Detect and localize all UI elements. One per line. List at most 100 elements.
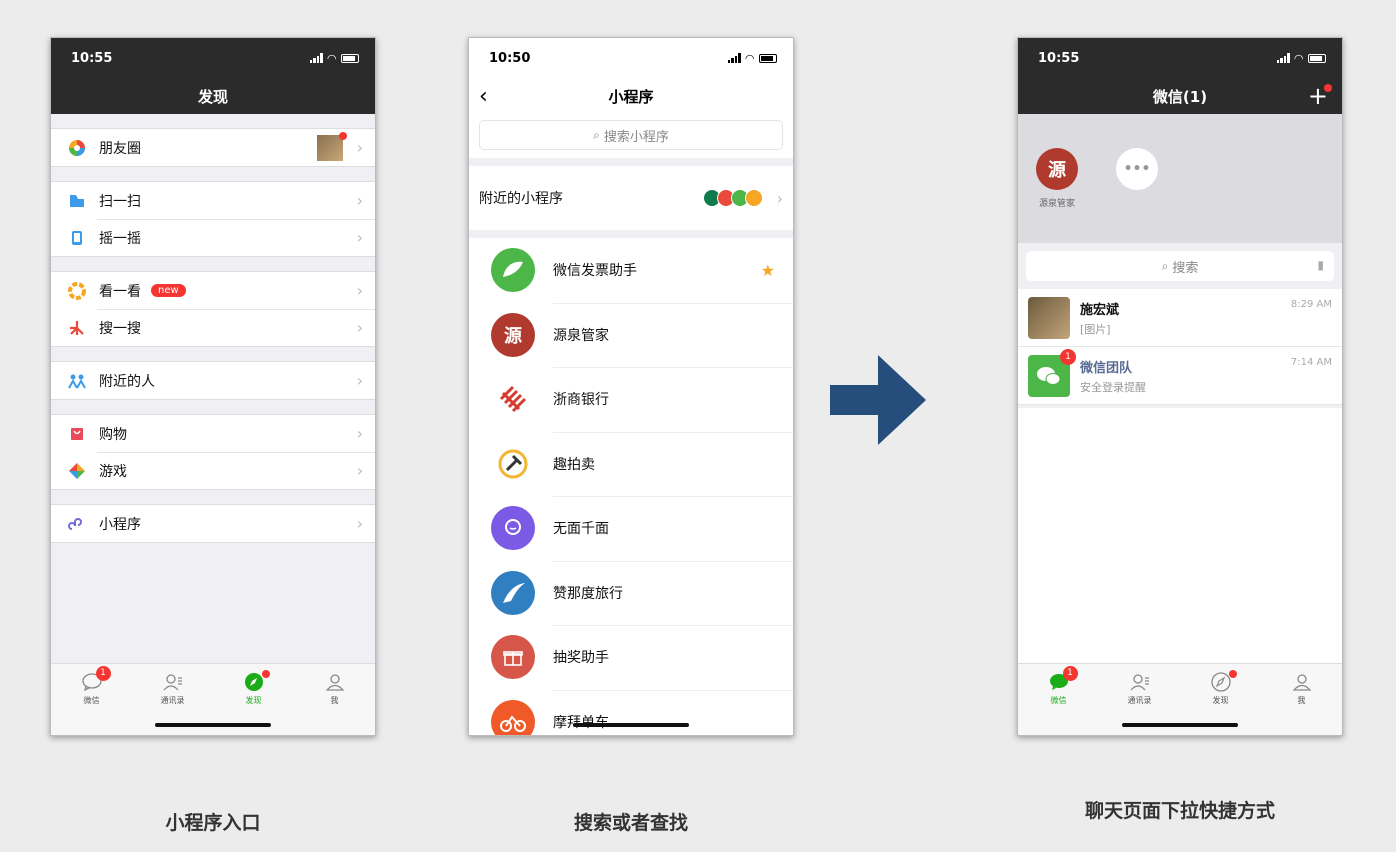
mini-program-item[interactable]: 无面千面 — [469, 496, 793, 561]
menu-item-label: 小程序 — [99, 516, 141, 533]
menu-item-label: 搜一搜 — [99, 320, 141, 337]
mini-program-label: 趣拍卖 — [553, 456, 595, 473]
chevron-right-icon: › — [356, 318, 363, 337]
chevron-right-icon: › — [356, 371, 363, 390]
wifi-icon: ◠ — [745, 51, 754, 65]
mini-program-item[interactable]: 微信发票助手 ★ — [469, 238, 793, 303]
mini-program-icon — [67, 514, 87, 534]
chevron-right-icon: › — [356, 191, 363, 210]
caption-mini-program-entry: 小程序入口 — [165, 812, 261, 834]
home-indicator[interactable] — [573, 723, 689, 727]
menu-group-scan-shake: 扫一扫 › 摇一摇 › — [51, 181, 375, 257]
microphone-icon[interactable]: ▮ — [1317, 258, 1324, 272]
chevron-right-icon: › — [356, 281, 363, 300]
menu-group-nearby: 附近的人 › — [51, 361, 375, 400]
nearby-mini-programs-row[interactable]: 附近的小程序 › — [469, 166, 793, 230]
home-indicator[interactable] — [155, 723, 271, 727]
auction-logo-icon — [491, 441, 535, 486]
status-bar: 10:55 ◠ — [51, 38, 375, 78]
mini-program-item[interactable]: 抽奖助手 — [469, 625, 793, 690]
signal-icon — [727, 53, 741, 63]
menu-item-mini-programs[interactable]: 小程序 › — [51, 505, 375, 542]
menu-item-shopping[interactable]: 购物 › — [51, 415, 375, 452]
nav-bar: 微信(1) + — [1018, 78, 1342, 114]
menu-item-scan[interactable]: 扫一扫 › — [51, 182, 375, 219]
moments-icon — [67, 138, 87, 158]
back-arrow-icon[interactable]: ‹ — [479, 84, 488, 109]
search-placeholder: 搜索 — [1172, 260, 1199, 276]
invoice-assistant-logo-icon — [491, 248, 535, 293]
mini-program-label: 摩拜单车 — [553, 712, 609, 732]
mini-program-label: 抽奖助手 — [553, 650, 609, 667]
tab-label: 发现 — [245, 696, 262, 705]
phone-mini-programs-screen: 10:50 ◠ ‹ 小程序 ⌕ 搜索小程序 附近的小程序 › 微信发票助手 ★ … — [468, 37, 794, 736]
tab-label: 发现 — [1212, 696, 1229, 705]
chat-preview: [图片] — [1080, 322, 1111, 336]
chat-item[interactable]: 施宏斌 [图片] 8:29 AM — [1018, 289, 1342, 347]
menu-item-people-nearby[interactable]: 附近的人 › — [51, 362, 375, 399]
tab-me[interactable]: 我 — [294, 664, 375, 735]
search-input[interactable]: ⌕ 搜索小程序 — [479, 120, 783, 150]
shortcut-yuanquan[interactable]: 源 源泉管家 — [1036, 148, 1078, 209]
chevron-right-icon: › — [356, 461, 363, 480]
menu-item-label: 朋友圈 — [99, 140, 141, 157]
search-icon: ⌕ — [1161, 258, 1169, 273]
mini-program-label: 赞那度旅行 — [553, 585, 623, 602]
chat-name: 微信团队 — [1080, 360, 1133, 376]
tab-me[interactable]: 我 — [1261, 664, 1342, 735]
search-input[interactable]: ⌕ 搜索 ▮ — [1026, 251, 1334, 281]
chat-name: 施宏斌 — [1080, 302, 1120, 318]
shake-icon — [67, 228, 87, 248]
pulldown-shortcuts: 源 源泉管家 ••• — [1018, 114, 1342, 243]
wumian-logo-icon — [491, 506, 535, 551]
caption-pulldown-shortcut: 聊天页面下拉快捷方式 — [1084, 800, 1275, 822]
chat-item[interactable]: 1 微信团队 安全登录提醒 7:14 AM — [1018, 347, 1342, 405]
chat-preview: 安全登录提醒 — [1080, 380, 1146, 394]
battery-icon — [341, 53, 359, 63]
tab-chats[interactable]: 1 微信 — [1018, 664, 1099, 735]
notification-dot — [339, 132, 347, 140]
menu-item-shake[interactable]: 摇一摇 › — [51, 219, 375, 256]
status-time: 10:50 — [489, 50, 531, 66]
people-nearby-icon — [67, 371, 87, 391]
mini-program-item[interactable]: 赞那度旅行 — [469, 560, 793, 626]
mini-program-item[interactable]: 源 源泉管家 — [469, 302, 793, 368]
tab-bar: 1 微信 通讯录 发现 我 — [51, 663, 375, 735]
unread-badge: 1 — [95, 666, 111, 681]
signal-icon — [1276, 53, 1290, 63]
chevron-right-icon: › — [356, 514, 363, 533]
chat-text: 微信团队 安全登录提醒 — [1080, 357, 1146, 395]
menu-group-stories-search: 看一看 new › 搜一搜 › — [51, 271, 375, 347]
mini-program-item[interactable]: 摩拜单车 — [469, 689, 793, 735]
shopping-icon — [67, 424, 87, 444]
yuanquan-logo-icon: 源 — [491, 312, 535, 357]
signal-icon — [309, 53, 323, 63]
tab-label: 我 — [1297, 696, 1306, 705]
nearby-label: 附近的小程序 — [479, 191, 563, 207]
notification-dot — [1228, 670, 1237, 678]
contacts-icon — [162, 672, 184, 692]
games-icon — [67, 461, 87, 481]
star-icon[interactable]: ★ — [761, 261, 775, 280]
tab-chats[interactable]: 1 微信 — [51, 664, 132, 735]
status-bar: 10:50 ◠ — [469, 38, 793, 78]
menu-item-moments[interactable]: 朋友圈 › — [51, 129, 375, 166]
chevron-right-icon: › — [776, 188, 783, 208]
menu-group-shopping-games: 购物 › 游戏 › — [51, 414, 375, 490]
scan-icon — [67, 191, 87, 211]
shortcut-more[interactable]: ••• — [1116, 148, 1158, 190]
top-stories-icon — [67, 281, 87, 301]
menu-item-top-stories[interactable]: 看一看 new › — [51, 272, 375, 309]
menu-item-games[interactable]: 游戏 › — [51, 452, 375, 489]
bicycle-icon — [491, 699, 535, 735]
battery-icon — [759, 53, 777, 63]
home-indicator[interactable] — [1122, 723, 1238, 727]
mini-program-item[interactable]: 趣拍卖 — [469, 431, 793, 497]
shortcut-label: 源泉管家 — [1038, 199, 1075, 209]
phone-chats-screen: 10:55 ◠ 微信(1) + 源 源泉管家 ••• ⌕ 搜索 ▮ 施宏斌 [图… — [1017, 37, 1343, 736]
search-icon: ⌕ — [593, 127, 600, 142]
notification-dot — [1324, 84, 1332, 92]
menu-item-search[interactable]: 搜一搜 › — [51, 309, 375, 346]
status-icons: ◠ — [727, 51, 777, 65]
mini-program-item[interactable]: 浙商银行 — [469, 367, 793, 432]
